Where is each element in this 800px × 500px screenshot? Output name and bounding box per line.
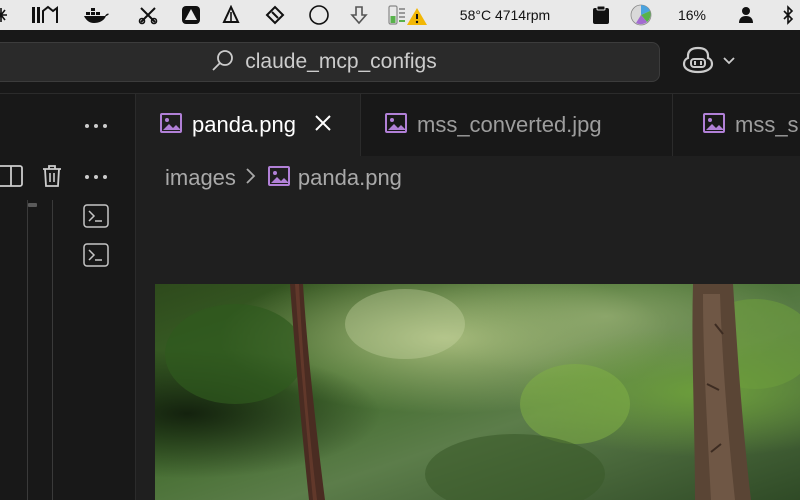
more-actions-icon[interactable]: [82, 114, 110, 138]
trash-icon[interactable]: [40, 163, 64, 189]
image-preview[interactable]: [155, 284, 800, 500]
split-editor-icon[interactable]: [0, 163, 24, 189]
tab-mss-s[interactable]: mss_s: [679, 94, 800, 156]
terminal-icon-2[interactable]: [83, 243, 109, 267]
copilot-icon: [682, 46, 714, 79]
close-icon[interactable]: [314, 114, 332, 137]
tab-mss-converted-jpg[interactable]: mss_converted.jpg: [361, 94, 673, 156]
side-panel: [0, 94, 136, 500]
tree-indent-guide-2: [52, 200, 53, 500]
tag-icon[interactable]: [263, 0, 287, 30]
circle-icon[interactable]: [307, 0, 331, 30]
temperature-text: 58°C 4714rpm: [459, 7, 551, 23]
forest-photo: [155, 284, 800, 500]
cpu-readout[interactable]: 16%: [672, 0, 712, 30]
image-file-icon: [703, 112, 725, 138]
stats-icon[interactable]: [30, 0, 60, 30]
image-file-icon: [267, 165, 290, 191]
image-file-icon: [385, 112, 407, 138]
title-bar: claude_mcp_configs: [0, 30, 800, 94]
download-icon[interactable]: [348, 0, 370, 30]
breadcrumb-file[interactable]: panda.png: [298, 165, 402, 191]
tab-panda-png[interactable]: panda.png: [136, 94, 361, 156]
temperature-fan-readout[interactable]: 58°C 4714rpm: [446, 0, 564, 30]
copilot-menu-button[interactable]: [682, 46, 736, 78]
tab-label: mss_s: [735, 112, 799, 137]
chevron-right-icon: [244, 167, 256, 190]
menu-bar: 58°C 4714rpm 16%: [0, 0, 800, 30]
docker-icon[interactable]: [82, 0, 110, 30]
tools-icon[interactable]: [136, 0, 160, 30]
more-actions-icon-2[interactable]: [82, 165, 110, 189]
battery-percent-text: 16%: [677, 7, 707, 23]
bluetooth-icon[interactable]: [780, 0, 796, 30]
battery-warning-icon[interactable]: [387, 0, 429, 30]
tab-label: panda.png: [192, 112, 296, 137]
breadcrumb: images panda.png: [165, 162, 402, 194]
terminal-icon[interactable]: [83, 204, 109, 228]
editor-tab-bar: panda.png mss_converted.jpg mss_s: [136, 94, 800, 156]
mountain-icon[interactable]: [220, 0, 242, 30]
breadcrumb-folder[interactable]: images: [165, 165, 236, 191]
user-icon[interactable]: [736, 0, 756, 30]
scrollbar-thumb[interactable]: [28, 203, 37, 207]
image-file-icon: [160, 112, 182, 138]
pie-status-icon[interactable]: [629, 0, 653, 30]
tab-label: mss_converted.jpg: [417, 112, 602, 137]
tree-indent-guide: [27, 200, 28, 500]
sparkle-icon[interactable]: [0, 0, 8, 30]
search-icon: [211, 48, 235, 77]
drive-icon[interactable]: [180, 0, 202, 30]
workspace-name: claude_mcp_configs: [245, 50, 437, 73]
command-center-search[interactable]: claude_mcp_configs: [0, 42, 660, 82]
clipboard-icon[interactable]: [590, 0, 612, 30]
chevron-down-icon: [722, 53, 736, 71]
